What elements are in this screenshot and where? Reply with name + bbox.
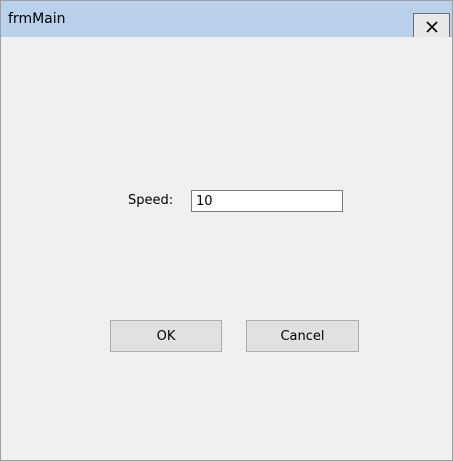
close-icon xyxy=(425,20,438,33)
form-client-area: Speed: OK Cancel xyxy=(1,37,452,460)
speed-input[interactable] xyxy=(191,190,343,212)
title-bar[interactable]: frmMain xyxy=(1,1,452,40)
cancel-button[interactable]: Cancel xyxy=(246,320,359,352)
window-title: frmMain xyxy=(8,11,66,27)
close-button[interactable] xyxy=(413,13,450,40)
speed-label: Speed: xyxy=(128,193,174,208)
main-window: frmMain Speed: OK Cancel xyxy=(0,0,453,461)
ok-button[interactable]: OK xyxy=(110,320,222,352)
